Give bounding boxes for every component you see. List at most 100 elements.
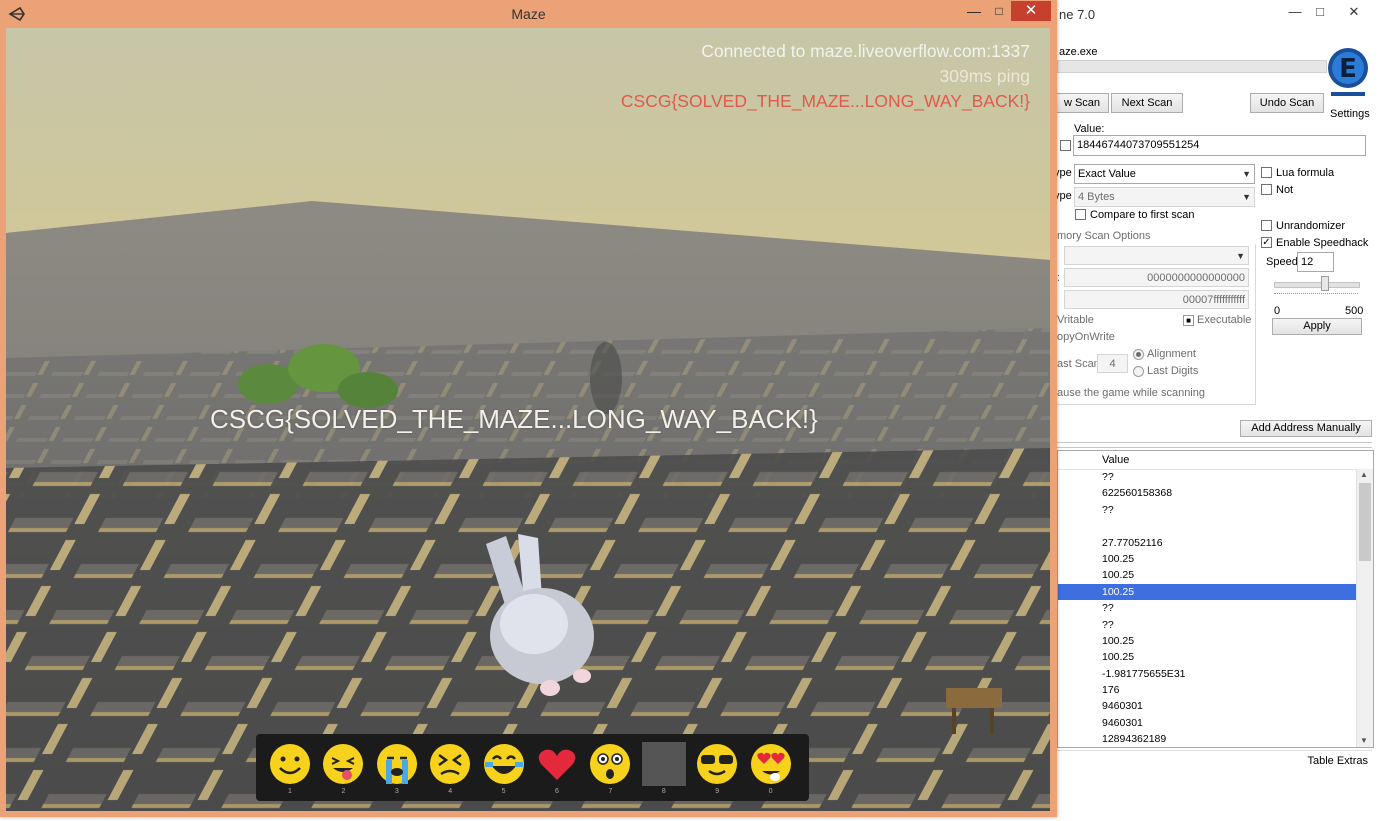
ping-readout: 309ms ping	[939, 66, 1030, 86]
chevron-down-icon: ▼	[1242, 169, 1251, 179]
value-column-header[interactable]: Value	[1102, 454, 1129, 466]
hotbar-slot-5[interactable]	[480, 740, 528, 790]
table-row[interactable]: ??	[1058, 502, 1356, 518]
settings-link[interactable]: Settings	[1330, 108, 1370, 120]
unrandomizer-checkbox[interactable]	[1261, 220, 1272, 231]
table-row[interactable]: 9460301	[1058, 698, 1356, 714]
hotbar-key-label: 9	[715, 788, 720, 795]
speed-max-label: 500	[1345, 305, 1364, 317]
compare-first-label: Compare to first scan	[1090, 209, 1195, 221]
chevron-down-icon: ▼	[1236, 251, 1245, 261]
table-row[interactable]: 100.25	[1058, 633, 1356, 649]
stop-address-input[interactable]: 00007fffffffffff	[1064, 290, 1249, 309]
laughing-emoji-icon	[483, 744, 524, 784]
speed-slider-ticks	[1274, 293, 1358, 297]
memory-scan-options-label: mory Scan Options	[1057, 230, 1154, 242]
hotbar-slot-8[interactable]	[640, 740, 688, 790]
speedhack-checkbox[interactable]: ✓	[1261, 237, 1272, 248]
table-row[interactable]: 622560158368	[1058, 485, 1356, 501]
lua-formula-checkbox[interactable]	[1261, 167, 1272, 178]
found-addresses-list: Value ?? 622560158368?? 27.77052116 100.25 1…	[1057, 450, 1374, 748]
table-row[interactable]: ??	[1058, 600, 1356, 616]
start-address-input[interactable]: 0000000000000000	[1064, 268, 1249, 287]
cheat-engine-logo-icon[interactable]: E	[1325, 44, 1371, 104]
game-viewport[interactable]: Connected to maze.liveoverflow.com:1337 …	[6, 28, 1050, 811]
table-row[interactable]: 9460301	[1058, 715, 1356, 731]
add-address-manually-button[interactable]: Add Address Manually	[1240, 420, 1372, 437]
last-digits-radio[interactable]	[1133, 366, 1144, 377]
speed-label: Speed	[1266, 256, 1298, 268]
executable-label: Executable	[1197, 314, 1252, 326]
ce-maximize-button[interactable]: □	[1307, 3, 1333, 23]
emoji-hotbar: 1 2 3 4 5 6 7 8 9 0	[256, 734, 809, 801]
tongue-emoji-icon	[323, 744, 364, 784]
new-scan-button[interactable]: w Scan	[1055, 93, 1109, 113]
speed-slider-thumb[interactable]	[1321, 276, 1330, 291]
connection-status: Connected to maze.liveoverflow.com:1337	[701, 41, 1030, 61]
hotbar-slot-2[interactable]	[319, 740, 367, 790]
tired-emoji-icon	[430, 744, 471, 784]
last-digits-label: Last Digits	[1147, 365, 1199, 377]
ce-titlebar: ne 7.0 — □ ✕	[1041, 0, 1385, 28]
value-type-select[interactable]: 4 Bytes ▼	[1074, 187, 1255, 207]
hotbar-slot-3[interactable]	[373, 740, 421, 790]
maze-titlebar: Maze — □ ✕	[0, 0, 1057, 28]
maze-game-window: Maze — □ ✕ Connected to maze.liveoverflo…	[0, 0, 1057, 817]
apply-button[interactable]: Apply	[1272, 318, 1362, 335]
hotbar-slot-9[interactable]	[693, 740, 741, 790]
start-address-label: :	[1057, 272, 1061, 284]
sunglasses-emoji-icon	[697, 744, 738, 784]
table-extras-label[interactable]: Table Extras	[1307, 755, 1368, 767]
hotbar-key-label: 7	[608, 788, 613, 795]
close-button[interactable]: ✕	[1011, 1, 1051, 21]
speed-input[interactable]: 12	[1297, 252, 1334, 272]
undo-scan-button[interactable]: Undo Scan	[1250, 93, 1324, 113]
hotbar-slot-7[interactable]	[586, 740, 634, 790]
executable-checkbox[interactable]: ■	[1183, 315, 1194, 326]
next-scan-button[interactable]: Next Scan	[1111, 93, 1183, 113]
hotbar-slot-6[interactable]	[533, 740, 581, 790]
hotbar-slot-1[interactable]	[266, 740, 314, 790]
table-row[interactable]: 176	[1058, 682, 1356, 698]
minimize-button[interactable]: —	[961, 2, 987, 22]
hotbar-slot-4[interactable]	[426, 740, 474, 790]
alignment-radio[interactable]	[1133, 349, 1144, 360]
splitter[interactable]	[1057, 442, 1372, 448]
table-row[interactable]: 100.25	[1058, 551, 1356, 567]
chevron-down-icon: ▼	[1242, 192, 1251, 202]
table-row[interactable]: 27.77052116	[1058, 535, 1356, 551]
table-extras-bar: Table Extras	[1057, 750, 1372, 771]
speed-slider-track[interactable]	[1274, 282, 1360, 288]
lua-formula-label: Lua formula	[1276, 167, 1335, 179]
hotbar-key-label: 3	[394, 788, 399, 795]
table-row[interactable]: ??	[1058, 469, 1356, 485]
table-row[interactable]: 100.25	[1058, 567, 1356, 583]
flag-hud-text: CSCG{SOLVED_THE_MAZE...LONG_WAY_BACK!}	[620, 91, 1030, 111]
hotbar-key-label: 5	[501, 788, 506, 795]
fast-scan-input[interactable]: 4	[1097, 354, 1128, 373]
scan-type-select[interactable]: Exact Value ▼	[1074, 164, 1255, 184]
memory-region-select[interactable]: ▼	[1064, 246, 1249, 265]
scan-value-input[interactable]: 18446744073709551254	[1073, 135, 1366, 156]
scroll-down-icon[interactable]: ▼	[1360, 736, 1368, 745]
scan-type-value: Exact Value	[1078, 168, 1136, 180]
hotbar-slot-0[interactable]	[747, 740, 795, 790]
compare-first-checkbox[interactable]	[1075, 209, 1086, 220]
table-row[interactable]: ??	[1058, 617, 1356, 633]
list-scrollbar[interactable]: ▲ ▼	[1356, 469, 1373, 747]
hex-checkbox[interactable]	[1060, 140, 1071, 151]
not-checkbox[interactable]	[1261, 184, 1272, 195]
table-row[interactable]: -1.981775655E31	[1058, 666, 1356, 682]
ce-close-button[interactable]: ✕	[1334, 3, 1374, 23]
ce-minimize-button[interactable]: —	[1282, 3, 1308, 23]
table-row[interactable]: 100.25	[1058, 649, 1356, 665]
table-row[interactable]: 12894362189	[1058, 731, 1356, 747]
maximize-button[interactable]: □	[986, 2, 1012, 22]
table-row[interactable]: 100.25	[1058, 583, 1356, 601]
scroll-up-icon[interactable]: ▲	[1360, 470, 1368, 479]
table-row[interactable]	[1058, 518, 1356, 534]
speed-min-label: 0	[1274, 305, 1281, 317]
speedhack-label: Enable Speedhack	[1276, 237, 1369, 249]
list-header: Value	[1058, 451, 1356, 470]
scrollbar-thumb[interactable]	[1359, 483, 1371, 561]
